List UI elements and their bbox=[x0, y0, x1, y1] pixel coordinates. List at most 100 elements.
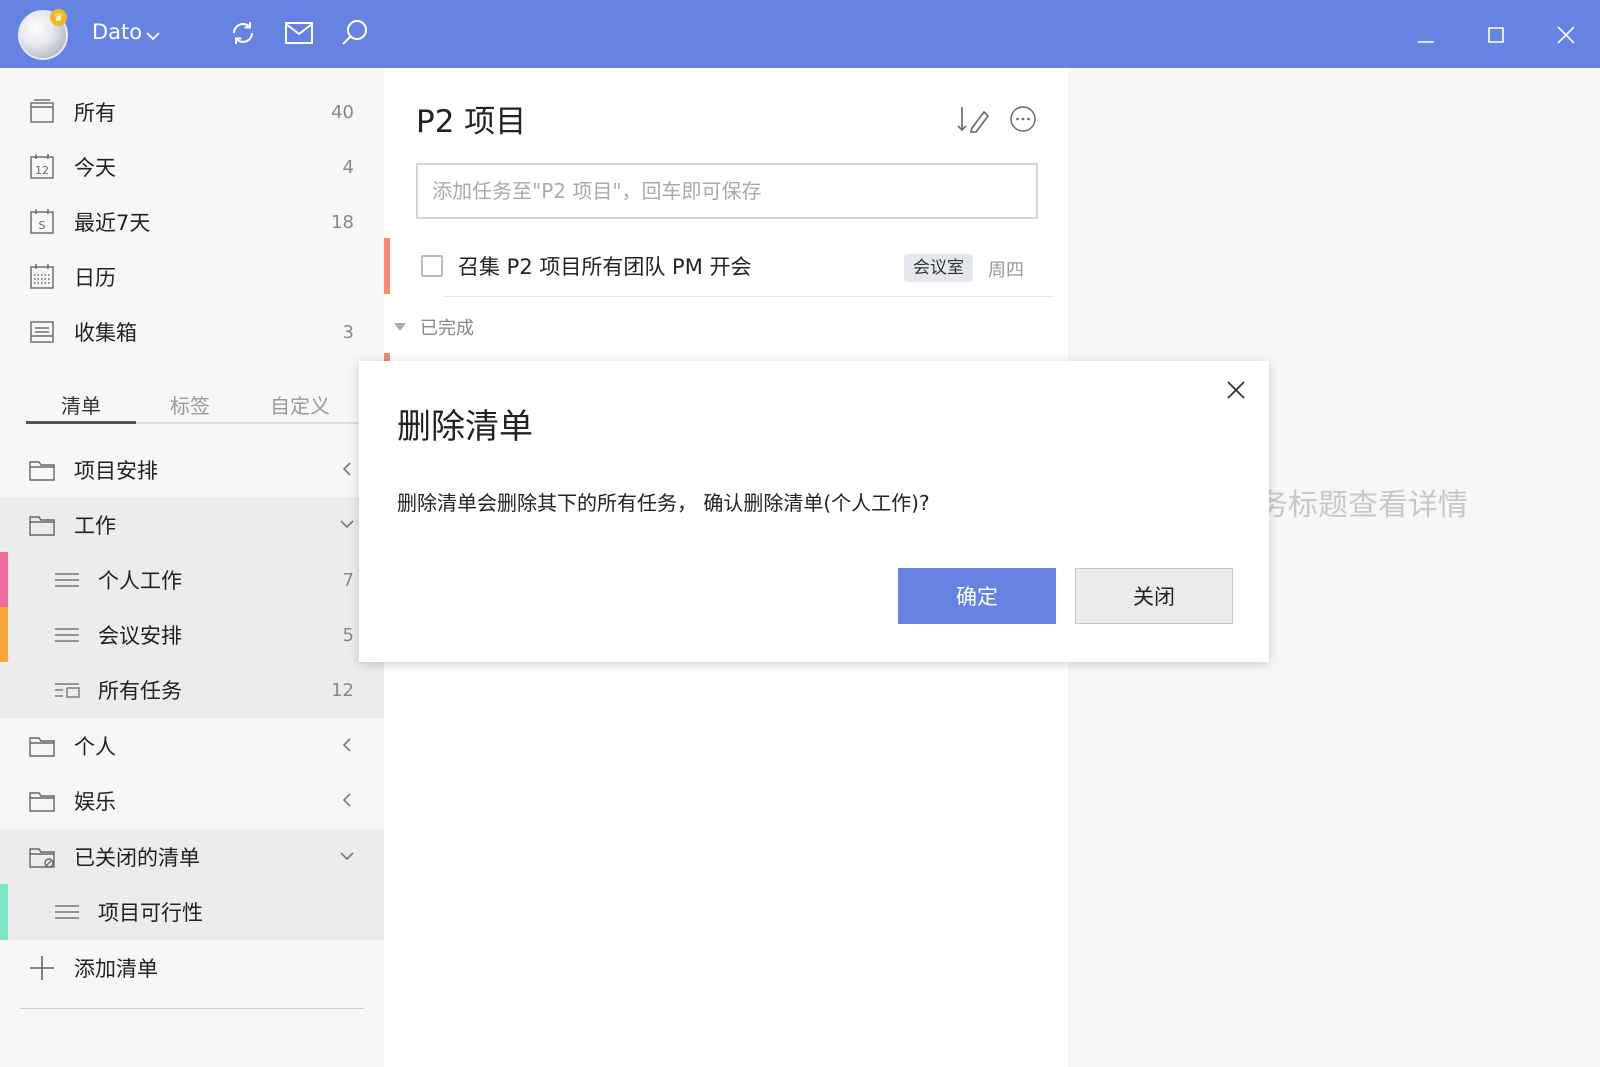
task-due-date: 周四 bbox=[988, 260, 1024, 281]
nav-label: 最近7天 bbox=[74, 211, 151, 235]
nav-count: 4 bbox=[342, 156, 354, 178]
folder-icon bbox=[28, 732, 56, 760]
folder-label: 个人 bbox=[74, 735, 116, 759]
minimize-icon[interactable] bbox=[1406, 16, 1446, 54]
list-count: 12 bbox=[331, 679, 354, 701]
list-color-bar bbox=[0, 607, 8, 663]
sidebar-divider bbox=[20, 1008, 364, 1009]
list-color-bar bbox=[0, 884, 8, 940]
close-button[interactable]: 关闭 bbox=[1075, 568, 1233, 624]
tab-underline bbox=[26, 421, 136, 424]
list-item-all-tasks[interactable]: 所有任务 12 bbox=[0, 662, 384, 718]
dialog-title: 删除清单 bbox=[397, 407, 533, 447]
folder-label: 项目安排 bbox=[74, 459, 158, 483]
collect-box-icon bbox=[28, 318, 56, 346]
folder-project[interactable]: 项目安排 bbox=[0, 442, 384, 498]
app-name-menu[interactable]: Dato bbox=[92, 20, 142, 44]
calendar-12-icon: 12 bbox=[28, 153, 56, 181]
nav-all[interactable]: 所有 40 bbox=[0, 84, 384, 140]
folder-open-icon bbox=[28, 511, 56, 539]
more-options-icon[interactable] bbox=[1006, 102, 1040, 136]
folder-personal[interactable]: 个人 bbox=[0, 718, 384, 774]
sync-icon[interactable] bbox=[228, 18, 258, 48]
add-list-button[interactable]: 添加清单 bbox=[0, 940, 384, 996]
list-item-personal-work[interactable]: 个人工作 7 bbox=[0, 552, 384, 608]
folder-work[interactable]: 工作 bbox=[0, 497, 384, 553]
priority-bar bbox=[384, 238, 390, 294]
delete-list-dialog: 删除清单 删除清单会删除其下的所有任务， 确认删除清单(个人工作)? 确定 关闭 bbox=[359, 361, 1269, 662]
folder-icon bbox=[28, 456, 56, 484]
plus-icon bbox=[28, 954, 56, 982]
task-title[interactable]: 召集 P2 项目所有团队 PM 开会 bbox=[458, 251, 752, 281]
list-item-meetings[interactable]: 会议安排 5 bbox=[0, 607, 384, 663]
chevron-down-icon[interactable] bbox=[338, 515, 356, 533]
chevron-down-icon[interactable] bbox=[146, 26, 160, 45]
list-lines-icon bbox=[53, 621, 81, 649]
tab-tags[interactable]: 标签 bbox=[170, 390, 210, 419]
empty-detail-hint: 务标题查看详情 bbox=[1258, 488, 1468, 523]
nav-count: 3 bbox=[342, 321, 354, 343]
task-divider bbox=[444, 296, 1054, 297]
list-color-bar bbox=[0, 552, 8, 608]
list-lines-icon bbox=[53, 898, 81, 926]
svg-text:S: S bbox=[39, 219, 46, 232]
chevron-down-icon[interactable] bbox=[338, 847, 356, 865]
nav-count: 40 bbox=[331, 101, 354, 123]
list-item-feasibility[interactable]: 项目可行性 bbox=[0, 884, 384, 940]
list-label: 会议安排 bbox=[98, 624, 182, 648]
chevron-left-icon[interactable] bbox=[338, 460, 356, 478]
smart-list-icon bbox=[53, 676, 81, 704]
nav-next-7-days[interactable]: S 最近7天 18 bbox=[0, 194, 384, 250]
nav-calendar[interactable]: 日历 bbox=[0, 249, 384, 305]
folder-archived-icon bbox=[28, 843, 56, 871]
nav-label: 所有 bbox=[74, 101, 116, 125]
mail-icon[interactable] bbox=[284, 18, 314, 48]
folder-label: 已关闭的清单 bbox=[74, 846, 200, 870]
nav-count: 18 bbox=[331, 211, 354, 233]
add-task-input[interactable] bbox=[416, 163, 1038, 219]
sidebar: 所有 40 12 今天 4 S 最近7天 18 日历 收集箱 3 清单 标签 自… bbox=[0, 68, 384, 1067]
close-icon[interactable] bbox=[1546, 16, 1586, 54]
completed-label: 已完成 bbox=[420, 318, 474, 339]
nav-label: 今天 bbox=[74, 156, 116, 180]
inbox-tray-icon bbox=[28, 98, 56, 126]
chevron-left-icon[interactable] bbox=[338, 791, 356, 809]
dialog-message: 删除清单会删除其下的所有任务， 确认删除清单(个人工作)? bbox=[397, 491, 930, 515]
nav-inbox[interactable]: 收集箱 3 bbox=[0, 304, 384, 360]
tab-custom[interactable]: 自定义 bbox=[270, 390, 330, 419]
list-count: 7 bbox=[342, 569, 354, 591]
list-lines-icon bbox=[53, 566, 81, 594]
calendar-week-icon: S bbox=[28, 208, 56, 236]
completed-section-toggle[interactable]: 已完成 bbox=[394, 314, 474, 340]
svg-text:12: 12 bbox=[35, 164, 49, 177]
chevron-left-icon[interactable] bbox=[338, 736, 356, 754]
folder-label: 娱乐 bbox=[74, 790, 116, 814]
sidebar-tabs: 清单 标签 自定义 bbox=[26, 390, 358, 424]
list-label: 项目可行性 bbox=[98, 901, 203, 925]
add-list-label: 添加清单 bbox=[74, 957, 158, 981]
list-title: P2 项目 bbox=[416, 104, 527, 140]
folder-label: 工作 bbox=[74, 514, 116, 538]
tab-lists[interactable]: 清单 bbox=[61, 390, 101, 419]
title-bar: ♛ Dato bbox=[0, 0, 1600, 68]
nav-label: 收集箱 bbox=[74, 321, 137, 345]
task-checkbox[interactable] bbox=[421, 255, 443, 277]
maximize-icon[interactable] bbox=[1476, 16, 1516, 54]
list-label: 所有任务 bbox=[98, 679, 182, 703]
calendar-grid-icon bbox=[28, 263, 56, 291]
folder-closed-lists[interactable]: 已关闭的清单 bbox=[0, 829, 384, 885]
task-tag[interactable]: 会议室 bbox=[904, 254, 973, 282]
list-label: 个人工作 bbox=[98, 569, 182, 593]
task-row[interactable]: 召集 P2 项目所有团队 PM 开会 会议室 周四 bbox=[384, 238, 1054, 294]
nav-label: 日历 bbox=[74, 266, 116, 290]
list-count: 5 bbox=[342, 624, 354, 646]
folder-icon bbox=[28, 787, 56, 815]
nav-today[interactable]: 12 今天 4 bbox=[0, 139, 384, 195]
crown-icon: ♛ bbox=[50, 9, 67, 26]
triangle-down-icon bbox=[394, 323, 406, 331]
folder-fun[interactable]: 娱乐 bbox=[0, 773, 384, 829]
sort-edit-icon[interactable] bbox=[956, 102, 990, 136]
confirm-button[interactable]: 确定 bbox=[898, 568, 1056, 624]
search-icon[interactable] bbox=[340, 18, 370, 48]
close-icon[interactable] bbox=[1221, 375, 1251, 405]
